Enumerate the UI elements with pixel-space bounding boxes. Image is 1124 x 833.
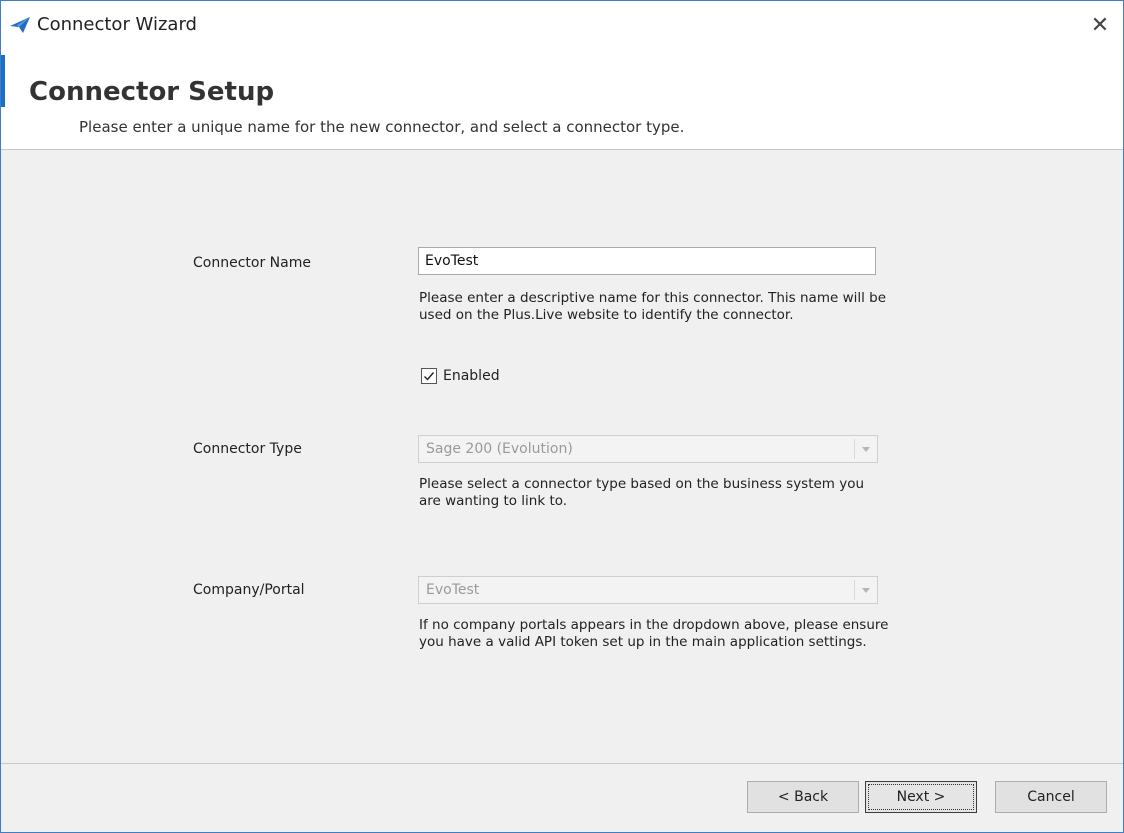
company-portal-help: If no company portals appears in the dro… (419, 617, 889, 650)
window-title: Connector Wizard (37, 14, 197, 35)
connector-name-label: Connector Name (193, 255, 311, 271)
cancel-button[interactable]: Cancel (995, 781, 1107, 813)
connector-type-help: Please select a connector type based on … (419, 476, 865, 509)
connector-name-help: Please enter a descriptive name for this… (419, 290, 887, 323)
enabled-checkbox[interactable] (421, 368, 437, 384)
connector-type-dropdown-button[interactable] (854, 439, 877, 459)
connector-type-label: Connector Type (193, 441, 302, 457)
company-portal-dropdown[interactable]: EvoTest (418, 576, 878, 604)
enabled-checkbox-row[interactable]: Enabled (421, 366, 500, 386)
paper-plane-icon (10, 17, 30, 33)
wizard-header: Connector Setup Please enter a unique na… (1, 49, 1123, 150)
connector-type-dropdown[interactable]: Sage 200 (Evolution) (418, 435, 878, 463)
page-subtitle: Please enter a unique name for the new c… (79, 118, 685, 136)
close-button[interactable]: ✕ (1077, 1, 1123, 49)
footer-divider (1, 763, 1123, 764)
connector-type-value: Sage 200 (Evolution) (426, 441, 573, 457)
connector-name-input[interactable] (418, 247, 876, 275)
focus-ring (868, 784, 974, 810)
cancel-button-label: Cancel (1027, 789, 1075, 805)
company-portal-value: EvoTest (426, 582, 480, 598)
checkmark-icon (424, 372, 435, 381)
company-portal-dropdown-button[interactable] (854, 580, 877, 600)
page-title: Connector Setup (29, 77, 275, 107)
back-button-label: < Back (777, 789, 829, 805)
enabled-label: Enabled (443, 368, 500, 384)
company-portal-label: Company/Portal (193, 582, 305, 598)
close-icon: ✕ (1090, 12, 1110, 38)
header-accent-bar (1, 55, 5, 107)
connector-wizard-window: Connector Wizard ✕ Connector Setup Pleas… (0, 0, 1124, 833)
chevron-down-icon (862, 446, 870, 452)
chevron-down-icon (862, 587, 870, 593)
next-button[interactable]: Next > (865, 781, 977, 813)
back-button[interactable]: < Back (747, 781, 859, 813)
title-bar: Connector Wizard ✕ (1, 1, 1123, 49)
